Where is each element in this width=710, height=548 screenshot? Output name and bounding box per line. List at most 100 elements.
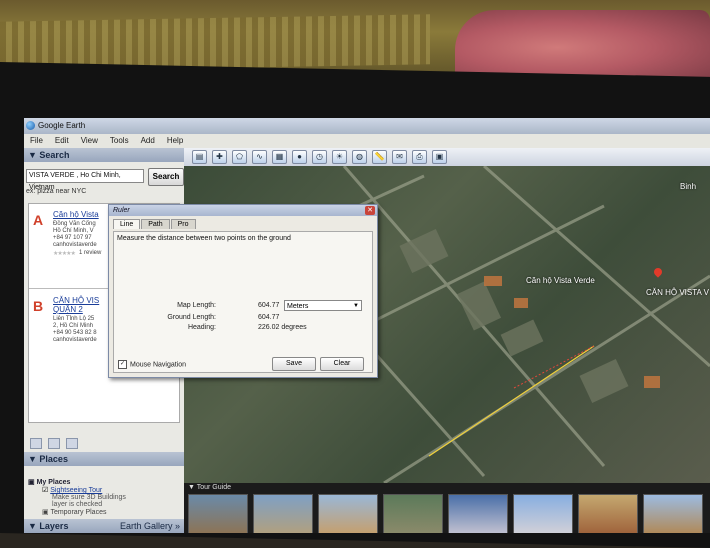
layers-header-label: Layers <box>39 521 69 531</box>
delete-icon[interactable] <box>66 438 78 449</box>
result-marker-b: B <box>33 298 44 314</box>
result-website[interactable]: canhovistaverde <box>53 337 97 343</box>
map-label-binh: Binh <box>680 182 697 191</box>
result-address: Liên Tỉnh Lộ 25 <box>53 316 95 322</box>
monitor-screen: Google Earth File Edit View Tools Add He… <box>24 118 710 533</box>
save-button[interactable]: Save <box>272 357 316 371</box>
map-length-value: 604.77 <box>258 302 280 309</box>
results-toolbar <box>30 438 78 449</box>
menu-tools[interactable]: Tools <box>110 134 129 148</box>
tour-record-icon[interactable]: ● <box>292 150 307 164</box>
ruler-tabs: Line Path Pro <box>113 219 196 229</box>
ruler-dialog-title: Ruler <box>109 205 377 216</box>
tour-thumbnail[interactable] <box>578 494 638 533</box>
search-button[interactable]: Search <box>148 168 184 186</box>
tour-thumbnail[interactable] <box>448 494 508 533</box>
search-panel-header[interactable]: ▼ Search <box>24 148 184 162</box>
map-length-label: Map Length: <box>177 302 216 309</box>
places-panel-header[interactable]: ▼ Places <box>24 452 184 466</box>
result-title[interactable]: CĂN HỘ VIS <box>53 296 99 305</box>
heading-value: 226.02 degrees <box>258 324 307 331</box>
mouse-navigation-label: Mouse Navigation <box>130 361 187 369</box>
map-label-can-ho[interactable]: CĂN HỘ VISTA V <box>646 288 709 297</box>
tour-guide-header[interactable]: ▼ Tour Guide <box>188 484 231 491</box>
search-input[interactable]: VISTA VERDE , Ho Chi Minh, Vietnam <box>26 169 144 191</box>
result-city: Hồ Chí Minh, V <box>53 228 94 234</box>
search-hint: ex: pizza near NYC <box>26 188 87 195</box>
tour-thumbnail[interactable] <box>253 494 313 533</box>
tour-thumbnails <box>188 494 703 533</box>
ruler-description: Measure the distance between two points … <box>117 235 291 242</box>
result-reviews[interactable]: 1 review <box>79 250 101 256</box>
result-website[interactable]: canhovistaverde <box>53 242 97 248</box>
menu-help[interactable]: Help <box>167 134 183 148</box>
path-icon[interactable]: ∿ <box>252 150 267 164</box>
tab-line[interactable]: Line <box>113 219 141 229</box>
earth-gallery-button[interactable]: Earth Gallery » <box>120 519 180 533</box>
places-header-label: Places <box>39 454 68 464</box>
checkbox-icon[interactable]: ☑ <box>42 487 50 494</box>
placemark-icon[interactable]: ✚ <box>212 150 227 164</box>
planet-icon[interactable]: ◍ <box>352 150 367 164</box>
rating-stars: ★★★★★ <box>53 251 76 257</box>
places-list: ▣ My Places ☑ Sightseeing Tour Make sure… <box>28 478 180 516</box>
tour-thumbnail[interactable] <box>643 494 703 533</box>
ruler-dialog: Ruler ✕ Line Path Pro Measure the distan… <box>108 204 378 378</box>
result-title[interactable]: Căn hộ Vista <box>53 210 99 219</box>
result-title-line2[interactable]: QUẬN 2 <box>53 305 83 314</box>
historical-imagery-icon[interactable]: ◷ <box>312 150 327 164</box>
menu-file[interactable]: File <box>30 134 43 148</box>
clear-button[interactable]: Clear <box>320 357 364 371</box>
polygon-icon[interactable]: ⬠ <box>232 150 247 164</box>
ruler-icon[interactable]: 📏 <box>372 150 387 164</box>
layers-panel-header[interactable]: ▼ Layers Earth Gallery » <box>24 519 184 533</box>
tour-guide: ▼ Tour Guide <box>184 483 710 533</box>
sightseeing-tour-item[interactable]: ☑ Sightseeing Tour <box>28 486 180 494</box>
chevron-down-icon: ▼ <box>353 303 359 309</box>
window-title: Google Earth <box>38 121 86 130</box>
email-icon[interactable]: ✉ <box>392 150 407 164</box>
tour-note: Make sure 3D Buildings <box>52 494 126 501</box>
overlay-icon[interactable]: ▦ <box>272 150 287 164</box>
folder-icon[interactable] <box>30 438 42 449</box>
close-icon[interactable]: ✕ <box>365 206 375 215</box>
search-header-label: Search <box>39 150 70 160</box>
ruler-body: Measure the distance between two points … <box>113 231 373 373</box>
tour-thumbnail[interactable] <box>188 494 248 533</box>
result-phone: +84 90 543 82 8 <box>53 330 97 336</box>
tab-pro[interactable]: Pro <box>170 219 196 229</box>
result-marker-a: A <box>33 212 44 228</box>
tour-guide-label: Tour Guide <box>196 484 231 491</box>
copy-icon[interactable] <box>48 438 60 449</box>
checkbox-icon[interactable]: ✓ <box>118 360 127 369</box>
heading-label: Heading: <box>187 324 216 331</box>
mouse-navigation-checkbox[interactable]: ✓ Mouse Navigation <box>118 360 186 369</box>
menu-edit[interactable]: Edit <box>55 134 69 148</box>
window-titlebar: Google Earth <box>24 118 710 134</box>
temporary-places-item[interactable]: ▣ Temporary Places <box>28 508 180 516</box>
units-selected: Meters <box>287 303 309 310</box>
result-address: Đồng Văn Cống <box>53 221 96 227</box>
result-city: 2, Hồ Chí Minh <box>53 323 94 329</box>
sun-icon[interactable]: ☀ <box>332 150 347 164</box>
menu-add[interactable]: Add <box>141 134 155 148</box>
print-icon[interactable]: ⎙ <box>412 150 427 164</box>
sidebar-toggle-icon[interactable]: ▤ <box>192 150 207 164</box>
tour-thumbnail[interactable] <box>383 494 443 533</box>
menu-bar: File Edit View Tools Add Help <box>24 134 710 148</box>
folder-icon: ▣ <box>28 479 37 486</box>
menu-view[interactable]: View <box>81 134 98 148</box>
units-select[interactable]: Meters ▼ <box>284 300 362 311</box>
tour-thumbnail[interactable] <box>318 494 378 533</box>
tour-link[interactable]: Sightseeing Tour <box>50 487 102 494</box>
tour-note: layer is checked <box>52 501 103 508</box>
ruler-line <box>428 345 595 457</box>
map-label-vista-verde[interactable]: Căn hộ Vista Verde <box>526 276 595 285</box>
maps-icon[interactable]: ▣ <box>432 150 447 164</box>
tab-path[interactable]: Path <box>141 219 170 229</box>
tour-thumbnail[interactable] <box>513 494 573 533</box>
my-places-item[interactable]: ▣ My Places <box>28 478 180 486</box>
google-earth-icon <box>26 121 35 130</box>
ground-length-label: Ground Length: <box>167 314 216 321</box>
temporary-places-label: Temporary Places <box>50 509 107 516</box>
